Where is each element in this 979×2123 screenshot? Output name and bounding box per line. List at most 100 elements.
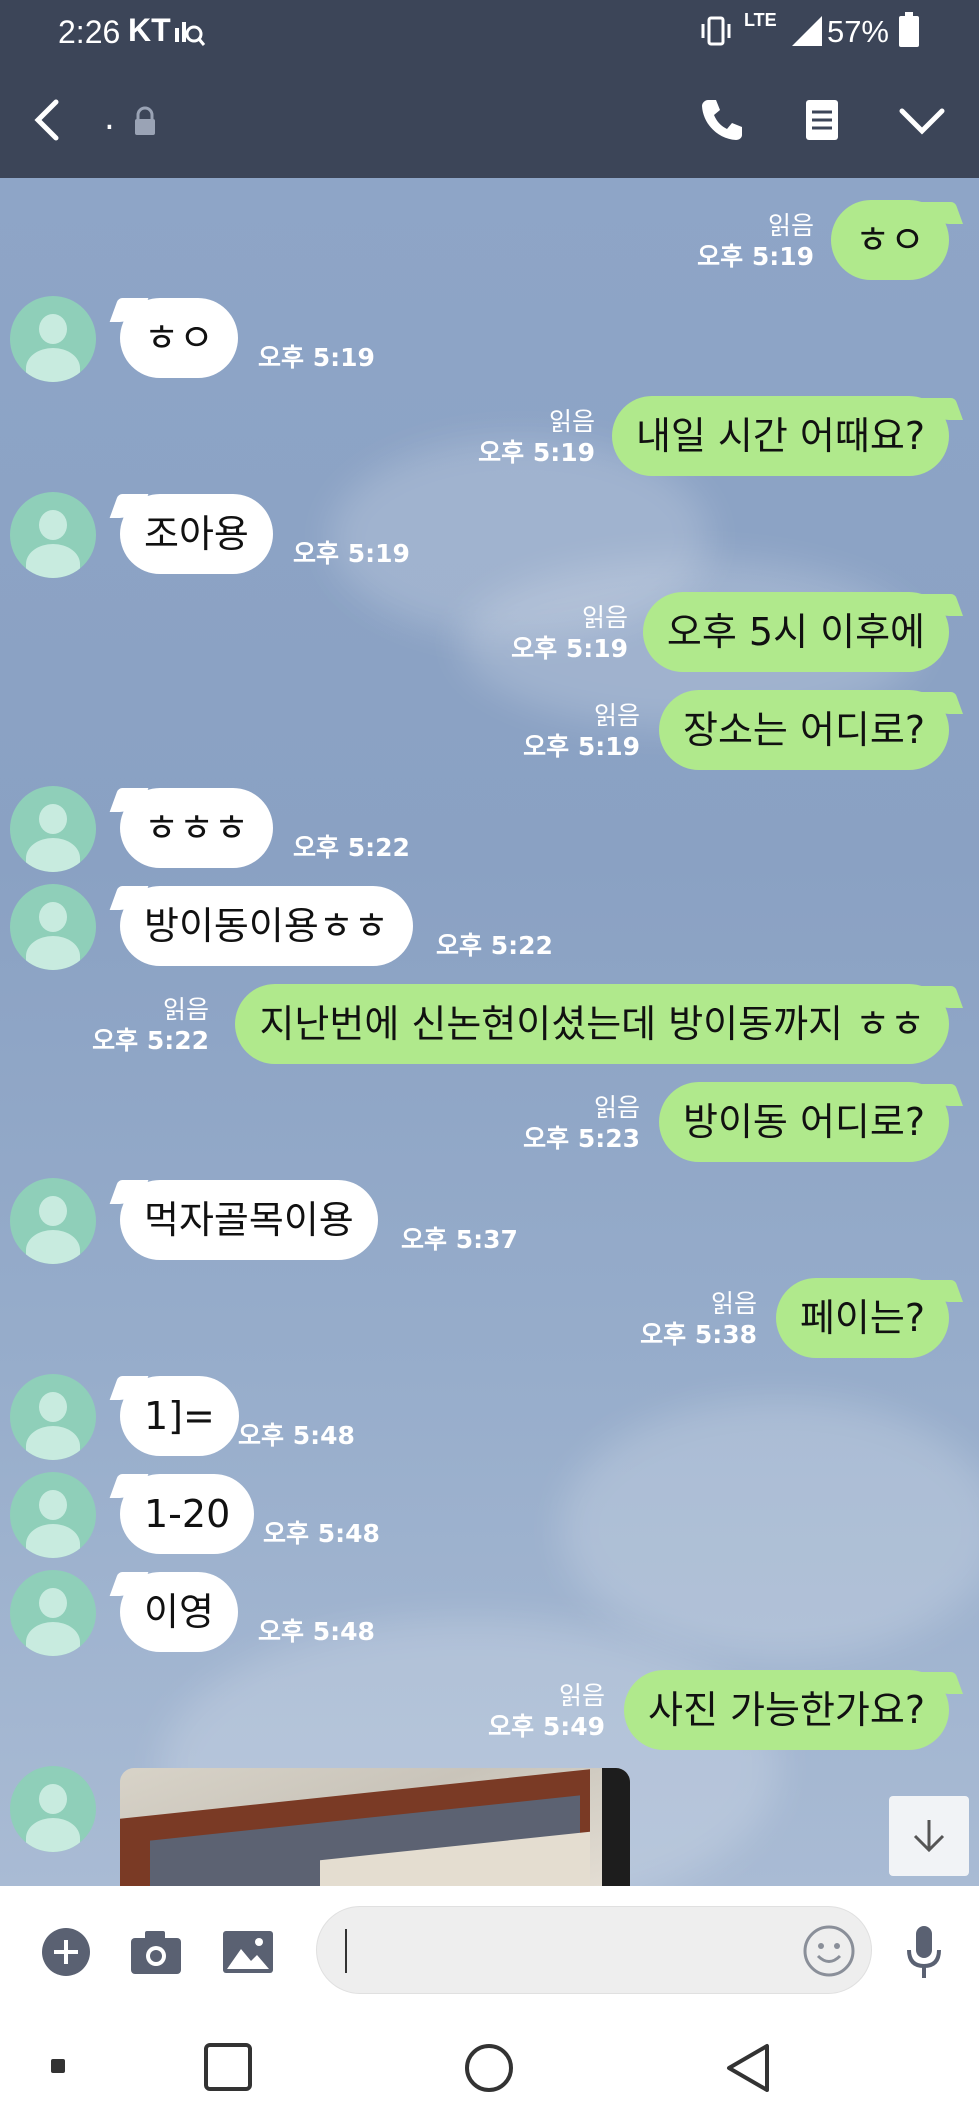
gallery-button[interactable] xyxy=(218,1922,278,1982)
lock-icon xyxy=(132,106,158,140)
message-bubble-outgoing[interactable]: 오후 5시 이후에 xyxy=(642,592,949,672)
message-time: 오후 5:19 xyxy=(511,634,628,663)
back-button[interactable] xyxy=(18,90,78,150)
voice-button[interactable] xyxy=(894,1922,954,1982)
microphone-icon xyxy=(907,1926,941,1978)
message-input[interactable] xyxy=(345,1907,785,1995)
message-bubble-incoming[interactable]: ㅎㅎㅎ xyxy=(120,788,273,868)
read-receipt: 읽음 xyxy=(581,603,628,632)
circle-icon xyxy=(465,2044,513,2092)
avatar[interactable] xyxy=(10,1766,96,1852)
call-button[interactable] xyxy=(692,90,752,150)
status-time: 2:26 xyxy=(58,14,121,50)
vibrate-icon xyxy=(698,14,734,53)
chat-header: . xyxy=(0,64,979,178)
text-cursor xyxy=(345,1929,347,1973)
camera-button[interactable] xyxy=(126,1922,186,1982)
avatar[interactable] xyxy=(10,1472,96,1558)
message-meta: 읽음 오후 5:23 xyxy=(523,1092,640,1154)
message-time: 오후 5:22 xyxy=(293,833,410,862)
message-bubble-incoming[interactable]: 이영 xyxy=(120,1572,238,1652)
back-icon xyxy=(34,99,59,141)
triangle-back-icon xyxy=(727,2044,769,2092)
message-time: 오후 5:48 xyxy=(263,1519,380,1548)
message-meta: 읽음 오후 5:38 xyxy=(640,1288,757,1350)
message-time: 오후 5:37 xyxy=(401,1225,518,1254)
add-button[interactable] xyxy=(36,1922,96,1982)
chevron-down-icon xyxy=(899,108,945,135)
message-meta: 읽음 오후 5:49 xyxy=(488,1680,605,1742)
emoji-icon xyxy=(803,1925,855,1977)
message-bubble-outgoing[interactable]: 내일 시간 어때요? xyxy=(611,396,949,476)
plus-circle-icon xyxy=(42,1928,90,1976)
read-receipt: 읽음 xyxy=(710,1289,757,1318)
menu-button[interactable] xyxy=(792,90,852,150)
read-receipt: 읽음 xyxy=(548,407,595,436)
message-time: 오후 5:19 xyxy=(523,732,640,761)
message-time: 오후 5:22 xyxy=(92,1026,209,1055)
avatar[interactable] xyxy=(10,492,96,578)
message-time: 오후 5:23 xyxy=(523,1124,640,1153)
battery-icon xyxy=(898,12,920,53)
message-bubble-incoming[interactable]: 조아용 xyxy=(120,494,273,574)
battery-percent: 57% xyxy=(826,14,889,49)
camera-icon xyxy=(131,1931,181,1974)
home-button[interactable] xyxy=(463,2042,515,2094)
nav-indicator xyxy=(50,2058,66,2074)
message-bubble-outgoing[interactable]: 방이동 어디로? xyxy=(658,1082,949,1162)
message-time: 오후 5:48 xyxy=(258,1617,375,1646)
arrow-down-icon xyxy=(913,1820,945,1853)
emoji-button[interactable] xyxy=(801,1923,857,1979)
signal-icon xyxy=(790,14,824,53)
recent-apps-button[interactable] xyxy=(203,2042,253,2092)
avatar[interactable] xyxy=(10,786,96,872)
read-receipt: 읽음 xyxy=(162,995,209,1024)
message-bubble-outgoing[interactable]: 장소는 어디로? xyxy=(658,690,949,770)
avatar[interactable] xyxy=(10,884,96,970)
message-time: 오후 5:19 xyxy=(258,343,375,372)
more-options-button[interactable] xyxy=(892,90,952,150)
avatar[interactable] xyxy=(10,1570,96,1656)
message-bubble-outgoing[interactable]: ㅎㅇ xyxy=(831,200,949,280)
message-input-field[interactable] xyxy=(316,1906,872,1995)
read-receipt: 읽음 xyxy=(593,701,640,730)
chat-message-list[interactable]: 읽음 오후 5:19 ㅎㅇ ㅎㅇ 오후 5:19 읽음 오후 5:19 내일 시… xyxy=(0,178,979,1886)
message-time: 오후 5:22 xyxy=(436,931,553,960)
menu-icon xyxy=(806,100,838,140)
message-time: 오후 5:38 xyxy=(640,1320,757,1349)
message-bubble-incoming[interactable]: ㅎㅇ xyxy=(120,298,238,378)
photo-message[interactable] xyxy=(120,1768,630,1886)
message-bubble-incoming[interactable]: 먹자골목이용 xyxy=(120,1180,378,1260)
avatar[interactable] xyxy=(10,1374,96,1460)
message-bubble-incoming[interactable]: 1]= xyxy=(120,1376,239,1456)
message-bubble-outgoing[interactable]: 페이는? xyxy=(775,1278,949,1358)
phone-icon xyxy=(702,100,742,140)
scroll-to-bottom-button[interactable] xyxy=(889,1796,969,1876)
chat-title: . xyxy=(104,98,115,138)
read-receipt: 읽음 xyxy=(767,211,814,240)
message-meta: 읽음 오후 5:19 xyxy=(697,210,814,272)
dot-icon xyxy=(51,2059,65,2073)
read-receipt: 읽음 xyxy=(558,1681,605,1710)
message-time: 오후 5:19 xyxy=(293,539,410,568)
message-meta: 읽음 오후 5:19 xyxy=(511,602,628,664)
message-time: 오후 5:19 xyxy=(697,242,814,271)
message-time: 오후 5:19 xyxy=(478,438,595,467)
square-icon xyxy=(204,2043,252,2091)
message-bubble-incoming[interactable]: 1-20 xyxy=(120,1474,255,1554)
message-meta: 읽음 오후 5:19 xyxy=(478,406,595,468)
system-navigation-bar xyxy=(0,2014,979,2123)
message-bubble-incoming[interactable]: 방이동이용ㅎㅎ xyxy=(120,886,413,966)
message-bubble-outgoing[interactable]: 사진 가능한가요? xyxy=(624,1670,949,1750)
avatar[interactable] xyxy=(10,296,96,382)
message-time: 오후 5:48 xyxy=(238,1421,355,1450)
message-bubble-outgoing[interactable]: 지난번에 신논현이셨는데 방이동까지 ㅎㅎ xyxy=(235,984,949,1064)
avatar[interactable] xyxy=(10,1178,96,1264)
message-time: 오후 5:49 xyxy=(488,1712,605,1741)
lte-indicator: LTE xyxy=(744,10,777,30)
message-meta: 읽음 오후 5:19 xyxy=(523,700,640,762)
message-input-bar xyxy=(0,1886,979,2014)
read-receipt: 읽음 xyxy=(593,1093,640,1122)
back-nav-button[interactable] xyxy=(723,2042,773,2094)
image-icon xyxy=(223,1931,273,1973)
